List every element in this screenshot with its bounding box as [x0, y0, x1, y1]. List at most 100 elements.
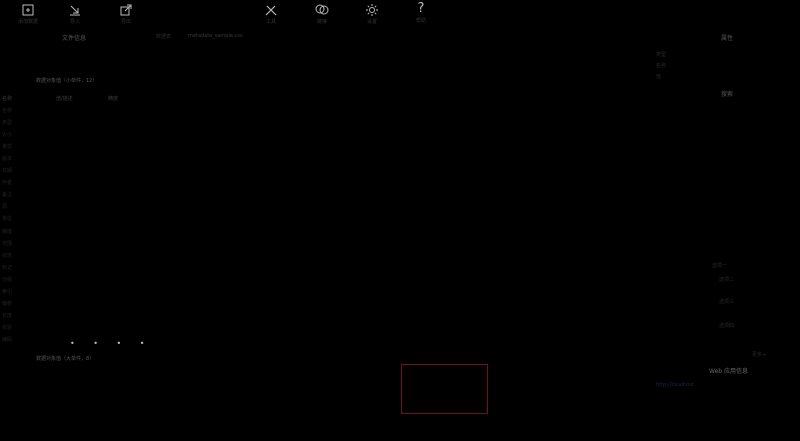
import-icon [70, 5, 80, 16]
table-row[interactable] [154, 231, 400, 243]
left-table-cell: 单位 [2, 216, 13, 223]
table-row[interactable] [154, 208, 400, 220]
left-table-cell: 分组 [2, 276, 13, 283]
left-table-cell: 精度 [2, 228, 13, 235]
settings-label: 设置 [366, 19, 377, 25]
table-row[interactable] [154, 278, 400, 290]
left-table-row[interactable]: 备注 [2, 189, 152, 201]
left-table-row[interactable]: 长度 [2, 310, 152, 322]
tools-button[interactable]: 工具 [251, 2, 291, 25]
table-row[interactable] [154, 336, 400, 348]
option-4[interactable]: 选项四 [719, 322, 734, 329]
left-table-cell: 名称 [2, 107, 13, 114]
file-name: metadata_sample.csv [188, 33, 243, 39]
tools-label: 工具 [265, 19, 276, 25]
table-row[interactable] [154, 289, 400, 301]
left-table-row[interactable]: 分组 [2, 273, 152, 285]
table-row[interactable] [154, 348, 400, 360]
table-row[interactable] [154, 243, 400, 255]
left-table-row[interactable]: 状态 [2, 249, 152, 261]
help-button[interactable]: ? 帮助 [401, 2, 441, 24]
table-row[interactable] [154, 301, 400, 313]
left-table-row[interactable]: 偏移 [2, 298, 152, 310]
table-row[interactable] [154, 138, 400, 150]
left-table-row[interactable]: 标记 [2, 261, 152, 273]
option-1[interactable]: 选项一 [712, 262, 727, 269]
table-row[interactable] [154, 91, 400, 103]
selection-box[interactable] [401, 364, 488, 414]
table-row[interactable] [154, 184, 400, 196]
header-value: 值/描述 [56, 95, 73, 102]
gear-icon [366, 4, 378, 16]
left-table-row[interactable]: 名称 [2, 104, 152, 116]
help-label: 帮助 [415, 18, 426, 24]
left-table-cell: 格式 [2, 143, 13, 150]
left-table-cell: 范围 [2, 240, 13, 247]
table-row[interactable] [154, 395, 400, 407]
table-row[interactable] [154, 56, 400, 68]
table-row[interactable] [154, 371, 400, 383]
table-row[interactable] [154, 126, 400, 138]
left-table-row[interactable]: 单位 [2, 213, 152, 225]
table-row[interactable] [154, 254, 400, 266]
left-table-row[interactable]: 范围 [2, 237, 152, 249]
left-table-row[interactable]: 格式 [2, 140, 152, 152]
import-label: 导入 [69, 19, 80, 25]
more-button[interactable]: 更多 ▸ [752, 351, 766, 358]
table-row[interactable] [154, 114, 400, 126]
table-row[interactable] [154, 161, 400, 173]
option-3[interactable]: 选项三 [719, 298, 734, 305]
import-button[interactable]: 导入 [55, 2, 95, 25]
add-data-label: 添加数据 [17, 19, 38, 25]
table-row[interactable] [154, 383, 400, 395]
table-row[interactable] [154, 149, 400, 161]
table-row[interactable] [154, 313, 400, 325]
left-table-row[interactable]: 日期 [2, 165, 152, 177]
table-row[interactable] [154, 360, 400, 372]
left-table-cell: 源 [2, 204, 8, 211]
left-table-cell: 标记 [2, 264, 13, 271]
section-small-title: 数据对象值（小单件，12） [36, 78, 98, 84]
add-data-button[interactable]: 添加数据 [8, 2, 48, 25]
table-row[interactable] [154, 102, 400, 114]
left-table-header: 名称 值/描述 精度 [2, 92, 152, 104]
table-row[interactable] [154, 219, 400, 231]
table-row[interactable] [154, 406, 400, 418]
field-label-type: 类型 [656, 52, 667, 58]
left-table-cell: 编码 [2, 337, 13, 344]
left-table-row[interactable]: 精度 [2, 225, 152, 237]
left-table-cell: 大小 [2, 131, 13, 138]
table-row[interactable] [154, 325, 400, 337]
left-table-cell: 备注 [2, 192, 13, 199]
file-info-title: 文件信息 [62, 35, 87, 42]
web-link[interactable]: http://localhost [656, 382, 694, 388]
field-label-name: 名称 [656, 63, 667, 69]
left-table-cell: 索引 [2, 289, 13, 296]
pager-dots[interactable]: • • • • [70, 339, 153, 348]
left-table-cell: 校验 [2, 325, 13, 332]
left-table-row[interactable]: 校验 [2, 322, 152, 334]
settings-button[interactable]: 设置 [352, 2, 392, 25]
help-icon: ? [417, 1, 425, 16]
left-table-row[interactable]: 索引 [2, 286, 152, 298]
export-button[interactable]: 导出 [106, 2, 146, 25]
left-table-row[interactable]: 作者 [2, 177, 152, 189]
left-table-row[interactable]: 源 [2, 201, 152, 213]
left-table-cell: 状态 [2, 252, 13, 259]
header-name: 名称 [2, 95, 13, 102]
left-table-row[interactable]: 类型 [2, 116, 152, 128]
table-row[interactable] [154, 266, 400, 278]
properties-title: 属性 [721, 35, 734, 42]
left-table-row[interactable]: 版本 [2, 152, 152, 164]
left-table-row[interactable]: 大小 [2, 128, 152, 140]
table-row[interactable] [154, 173, 400, 185]
table-row[interactable] [154, 196, 400, 208]
table-row[interactable] [154, 67, 400, 79]
table-row[interactable] [154, 79, 400, 91]
link-icon [315, 4, 329, 15]
table-header-label: 数据表 [156, 34, 172, 40]
table-row[interactable] [154, 44, 400, 56]
option-2[interactable]: 选项二 [719, 276, 734, 283]
link-button[interactable]: 链接 [302, 2, 342, 25]
field-label-value: 值 [656, 74, 662, 80]
